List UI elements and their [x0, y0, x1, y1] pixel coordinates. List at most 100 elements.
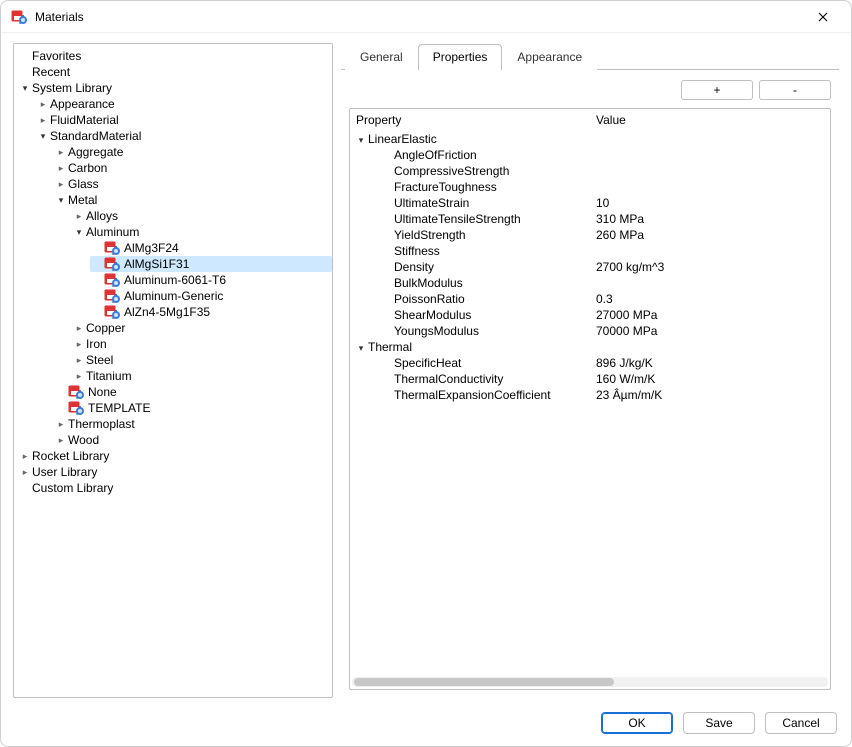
add-button[interactable]: +	[681, 80, 753, 100]
chevron-right-icon[interactable]	[18, 449, 32, 463]
prop-group-linearelastic[interactable]: LinearElastic	[350, 131, 590, 147]
prop-value[interactable]	[590, 179, 831, 195]
tab-properties[interactable]: Properties	[418, 44, 503, 70]
prop-name[interactable]: UltimateTensileStrength	[350, 211, 590, 227]
tree-item-standardmaterial[interactable]: StandardMaterial	[36, 128, 332, 144]
tree-item-rocket-library[interactable]: Rocket Library	[18, 448, 332, 464]
tab-general[interactable]: General	[345, 44, 418, 70]
prop-value[interactable]: 10	[590, 195, 831, 211]
column-header-property[interactable]: Property	[350, 109, 590, 131]
chevron-right-icon[interactable]	[72, 209, 86, 223]
chevron-down-icon[interactable]	[54, 193, 68, 207]
tree-item-copper[interactable]: Copper	[72, 320, 332, 336]
chevron-down-icon[interactable]	[354, 133, 368, 147]
tree-item-aggregate[interactable]: Aggregate	[54, 144, 332, 160]
horizontal-scrollbar[interactable]	[352, 677, 828, 687]
material-icon	[104, 240, 120, 256]
remove-button[interactable]: -	[759, 80, 831, 100]
tree-item-steel[interactable]: Steel	[72, 352, 332, 368]
chevron-right-icon[interactable]	[36, 97, 50, 111]
right-panel: General Properties Appearance + - Proper…	[341, 43, 839, 698]
prop-name[interactable]: Density	[350, 259, 590, 275]
chevron-down-icon[interactable]	[18, 81, 32, 95]
prop-name[interactable]: PoissonRatio	[350, 291, 590, 307]
chevron-right-icon[interactable]	[72, 337, 86, 351]
tree-item-custom-library[interactable]: Custom Library	[18, 480, 332, 496]
prop-value[interactable]: 23 Âµm/m/K	[590, 387, 831, 403]
material-icon	[104, 256, 120, 272]
chevron-down-icon[interactable]	[72, 225, 86, 239]
material-icon	[104, 288, 120, 304]
prop-name[interactable]: ShearModulus	[350, 307, 590, 323]
chevron-right-icon[interactable]	[72, 369, 86, 383]
tree-item-thermoplast[interactable]: Thermoplast	[54, 416, 332, 432]
chevron-right-icon[interactable]	[36, 113, 50, 127]
chevron-right-icon[interactable]	[54, 177, 68, 191]
tree-item-aluminum-generic[interactable]: Aluminum-Generic	[90, 288, 332, 304]
prop-value[interactable]	[590, 275, 831, 291]
tree-item-wood[interactable]: Wood	[54, 432, 332, 448]
ok-button[interactable]: OK	[601, 712, 673, 734]
prop-name[interactable]: YoungsModulus	[350, 323, 590, 339]
tree-item-aluminum-6061-t6[interactable]: Aluminum-6061-T6	[90, 272, 332, 288]
tree-item-alloys[interactable]: Alloys	[72, 208, 332, 224]
prop-group-thermal[interactable]: Thermal	[350, 339, 590, 355]
titlebar: Materials	[1, 1, 851, 33]
save-button[interactable]: Save	[683, 712, 755, 734]
tree-item-fluidmaterial[interactable]: FluidMaterial	[36, 112, 332, 128]
tree-item-user-library[interactable]: User Library	[18, 464, 332, 480]
tree-item-almg3f24[interactable]: AlMg3F24	[90, 240, 332, 256]
prop-value[interactable]	[590, 163, 831, 179]
tree-item-alzn4-5mg1f35[interactable]: AlZn4-5Mg1F35	[90, 304, 332, 320]
tree-item-iron[interactable]: Iron	[72, 336, 332, 352]
chevron-right-icon[interactable]	[72, 353, 86, 367]
chevron-right-icon[interactable]	[18, 465, 32, 479]
materials-tree[interactable]: Favorites Recent System Library Appearan…	[13, 43, 333, 698]
tree-item-system-library[interactable]: System Library	[18, 80, 332, 96]
chevron-down-icon[interactable]	[36, 129, 50, 143]
tree-item-glass[interactable]: Glass	[54, 176, 332, 192]
prop-value[interactable]: 2700 kg/m^3	[590, 259, 831, 275]
prop-value[interactable]: 260 MPa	[590, 227, 831, 243]
prop-value[interactable]: 310 MPa	[590, 211, 831, 227]
chevron-right-icon[interactable]	[54, 417, 68, 431]
chevron-right-icon[interactable]	[54, 145, 68, 159]
prop-name[interactable]: ThermalConductivity	[350, 371, 590, 387]
chevron-right-icon[interactable]	[54, 161, 68, 175]
prop-name[interactable]: ThermalExpansionCoefficient	[350, 387, 590, 403]
cancel-button[interactable]: Cancel	[765, 712, 837, 734]
prop-name[interactable]: UltimateStrain	[350, 195, 590, 211]
prop-value[interactable]: 27000 MPa	[590, 307, 831, 323]
prop-value[interactable]	[590, 243, 831, 259]
tab-appearance[interactable]: Appearance	[502, 44, 597, 70]
tree-item-template[interactable]: TEMPLATE	[54, 400, 332, 416]
prop-value[interactable]: 70000 MPa	[590, 323, 831, 339]
chevron-right-icon[interactable]	[72, 321, 86, 335]
tree-item-aluminum[interactable]: Aluminum	[72, 224, 332, 240]
tree-item-titanium[interactable]: Titanium	[72, 368, 332, 384]
column-header-value[interactable]: Value	[590, 109, 831, 131]
tree-item-carbon[interactable]: Carbon	[54, 160, 332, 176]
tree-item-appearance[interactable]: Appearance	[36, 96, 332, 112]
prop-name[interactable]: BulkModulus	[350, 275, 590, 291]
chevron-right-icon[interactable]	[54, 433, 68, 447]
tree-item-metal[interactable]: Metal	[54, 192, 332, 208]
prop-value[interactable]	[590, 147, 831, 163]
tree-item-none[interactable]: None	[54, 384, 332, 400]
prop-name[interactable]: YieldStrength	[350, 227, 590, 243]
prop-name[interactable]: AngleOfFriction	[350, 147, 590, 163]
prop-name[interactable]: CompressiveStrength	[350, 163, 590, 179]
prop-name[interactable]: Stiffness	[350, 243, 590, 259]
tree-item-favorites[interactable]: Favorites	[18, 48, 332, 64]
tree-item-almgsi1f31[interactable]: AlMgSi1F31	[90, 256, 332, 272]
prop-value[interactable]: 160 W/m/K	[590, 371, 831, 387]
prop-name[interactable]: SpecificHeat	[350, 355, 590, 371]
material-icon	[68, 384, 84, 400]
tree-item-recent[interactable]: Recent	[18, 64, 332, 80]
window-close-button[interactable]	[803, 3, 843, 31]
prop-value[interactable]: 0.3	[590, 291, 831, 307]
properties-table[interactable]: Property Value LinearElastic AngleOfFric…	[349, 108, 831, 690]
chevron-down-icon[interactable]	[354, 341, 368, 355]
prop-value[interactable]: 896 J/kg/K	[590, 355, 831, 371]
prop-name[interactable]: FractureToughness	[350, 179, 590, 195]
